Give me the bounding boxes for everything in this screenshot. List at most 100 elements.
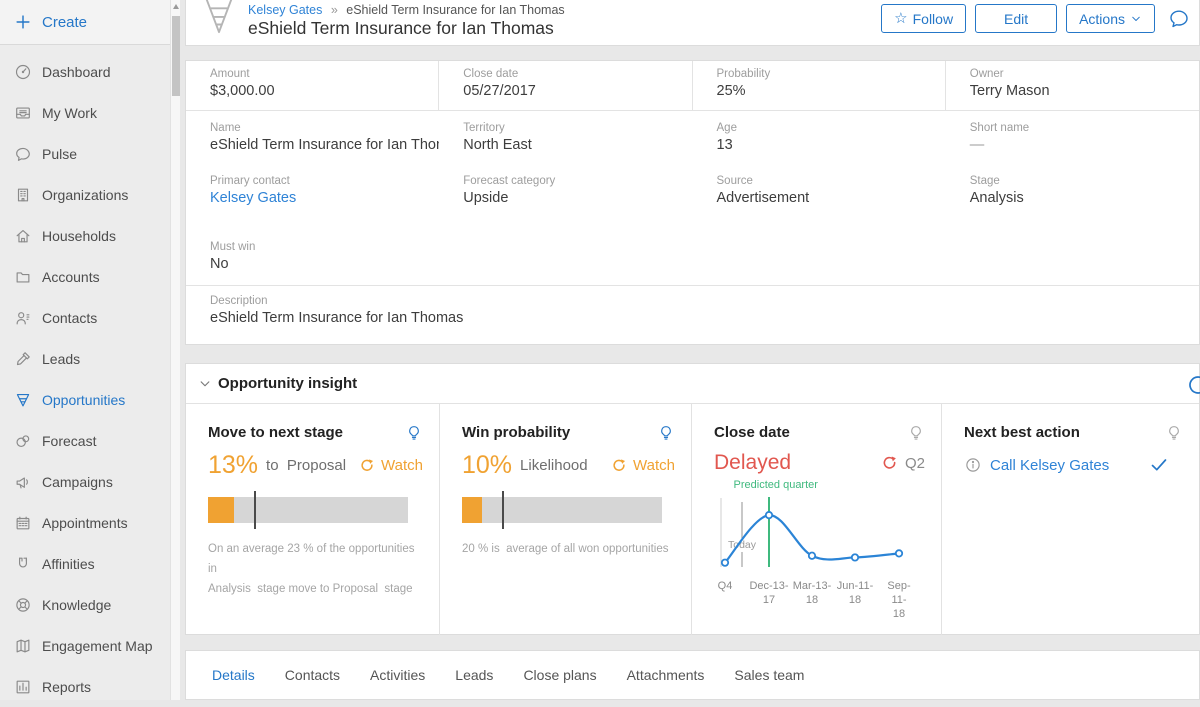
speech-icon (14, 145, 32, 163)
page-title: eShield Term Insurance for Ian Thomas (248, 18, 554, 39)
tab-leads[interactable]: Leads (455, 667, 493, 683)
x-tick: Q4 (718, 580, 733, 594)
sidebar-item-dashboard[interactable]: Dashboard (0, 51, 180, 92)
sidebar-item-pulse[interactable]: Pulse (0, 133, 180, 174)
watch-rotate-icon (610, 457, 628, 475)
funnel-icon (14, 391, 32, 409)
actions-button[interactable]: Actions (1066, 4, 1155, 33)
sidebar-item-leads[interactable]: Leads (0, 338, 180, 379)
watch-link[interactable]: Watch (610, 457, 675, 475)
inbox-icon (14, 104, 32, 122)
sidebar-item-opportunities[interactable]: Opportunities (0, 379, 180, 420)
create-button[interactable]: Create (0, 0, 180, 45)
card-title: Close date (714, 424, 790, 441)
field-territory: TerritoryNorth East (439, 111, 692, 163)
sidebar-item-affinities[interactable]: Affinities (0, 543, 180, 584)
sidebar-item-contacts[interactable]: Contacts (0, 297, 180, 338)
lightbulb-icon[interactable] (907, 424, 925, 442)
x-tick: Dec-13-17 (749, 580, 788, 608)
lifebuoy-icon (14, 596, 32, 614)
record-tabbar: Details Contacts Activities Leads Close … (185, 650, 1200, 700)
insight-title: Opportunity insight (218, 375, 357, 392)
field-short-name: Short name— (946, 111, 1199, 163)
x-tick: Mar-13-18 (793, 580, 832, 608)
tab-activities[interactable]: Activities (370, 667, 425, 683)
sidebar-item-forecast[interactable]: Forecast (0, 420, 180, 461)
field-owner: OwnerTerry Mason (946, 61, 1199, 110)
opportunity-insight-panel: Opportunity insight Move to next stage 1… (185, 363, 1200, 635)
close-date-chart: Predicted quarter Today Q4 Dec-13-17 Mar… (714, 479, 925, 614)
tab-close-plans[interactable]: Close plans (523, 667, 596, 683)
info-icon[interactable] (964, 456, 982, 474)
opportunity-avatar-funnel-icon (200, 0, 238, 36)
win-probability-label: Likelihood (520, 457, 588, 474)
folder-icon (14, 268, 32, 286)
card-title: Move to next stage (208, 424, 343, 441)
field-row-4: Must winNo (186, 229, 1199, 285)
progress-fill (208, 497, 234, 523)
move-stage-percent: 13% (208, 451, 258, 480)
calendar-icon (14, 514, 32, 532)
map-icon (14, 637, 32, 655)
benchmark-marker (254, 491, 256, 529)
breadcrumb-link[interactable]: Kelsey Gates (248, 3, 322, 17)
move-stage-to: to Proposal (266, 457, 346, 474)
edit-button[interactable]: Edit (975, 4, 1057, 33)
building-icon (14, 186, 32, 204)
sidebar-item-campaigns[interactable]: Campaigns (0, 461, 180, 502)
predicted-quarter-label: Predicted quarter (734, 479, 818, 491)
sidebar-item-engagement-map[interactable]: Engagement Map (0, 625, 180, 666)
field-amount: Amount$3,000.00 (186, 61, 439, 110)
delayed-rotate-icon (880, 454, 899, 473)
accept-check-icon[interactable] (1149, 455, 1169, 475)
sparkline-chart: Today (714, 493, 914, 578)
flashlight-icon (14, 350, 32, 368)
sidebar-item-appointments[interactable]: Appointments (0, 502, 180, 543)
field-forecast-category: Forecast categoryUpside (439, 163, 692, 229)
x-tick: Jun-11-18 (837, 580, 873, 608)
tab-sales-team[interactable]: Sales team (734, 667, 804, 683)
insight-cards: Move to next stage 13% to Proposal Watch… (186, 404, 1199, 635)
sidebar-item-organizations[interactable]: Organizations (0, 174, 180, 215)
lightbulb-icon[interactable] (657, 424, 675, 442)
refresh-icon[interactable] (1186, 373, 1200, 397)
sidebar-item-my-work[interactable]: My Work (0, 92, 180, 133)
field-row-2: NameeShield Term Insurance for Ian Thoma… (186, 111, 1199, 163)
move-stage-progress-bar (208, 497, 408, 523)
field-name: NameeShield Term Insurance for Ian Thoma… (186, 111, 439, 163)
sidebar-scrollbar[interactable] (170, 0, 180, 700)
field-close-date: Close date05/27/2017 (439, 61, 692, 110)
lightbulb-icon[interactable] (1165, 424, 1183, 442)
watch-link[interactable]: Watch (358, 457, 423, 475)
card-title: Win probability (462, 424, 570, 441)
forecast-icon (14, 432, 32, 450)
win-probability-card: Win probability 10% Likelihood Watch 20 … (439, 404, 691, 635)
follow-button[interactable]: ☆ Follow (881, 4, 966, 33)
sidebar-item-reports[interactable]: Reports (0, 666, 180, 707)
move-to-next-stage-card: Move to next stage 13% to Proposal Watch… (186, 404, 439, 635)
lightbulb-icon[interactable] (405, 424, 423, 442)
person-icon (14, 309, 32, 327)
gauge-icon (14, 63, 32, 81)
next-best-action-link[interactable]: Call Kelsey Gates (990, 457, 1109, 474)
breadcrumb-separator: » (331, 3, 338, 17)
megaphone-icon (14, 473, 32, 491)
create-label: Create (42, 14, 87, 31)
tab-attachments[interactable]: Attachments (627, 667, 705, 683)
field-stage: StageAnalysis (946, 163, 1199, 229)
tab-contacts[interactable]: Contacts (285, 667, 340, 683)
scroll-up-arrow[interactable] (173, 4, 179, 9)
header-actions: ☆ Follow Edit Actions (881, 4, 1191, 33)
chat-bubble-icon[interactable] (1167, 7, 1191, 31)
collapse-chevron-icon[interactable] (198, 377, 212, 391)
scrollbar-thumb[interactable] (172, 16, 180, 96)
sidebar-item-households[interactable]: Households (0, 215, 180, 256)
sidebar-item-knowledge[interactable]: Knowledge (0, 584, 180, 625)
detail-fields-panel: Amount$3,000.00 Close date05/27/2017 Pro… (185, 60, 1200, 345)
sidebar: Create Dashboard My Work Pulse Organizat… (0, 0, 180, 700)
primary-contact-link[interactable]: Kelsey Gates (210, 190, 415, 206)
tab-details[interactable]: Details (212, 667, 255, 683)
barchart-icon (14, 678, 32, 696)
sidebar-item-accounts[interactable]: Accounts (0, 256, 180, 297)
breadcrumb: Kelsey Gates » eShield Term Insurance fo… (248, 3, 565, 17)
